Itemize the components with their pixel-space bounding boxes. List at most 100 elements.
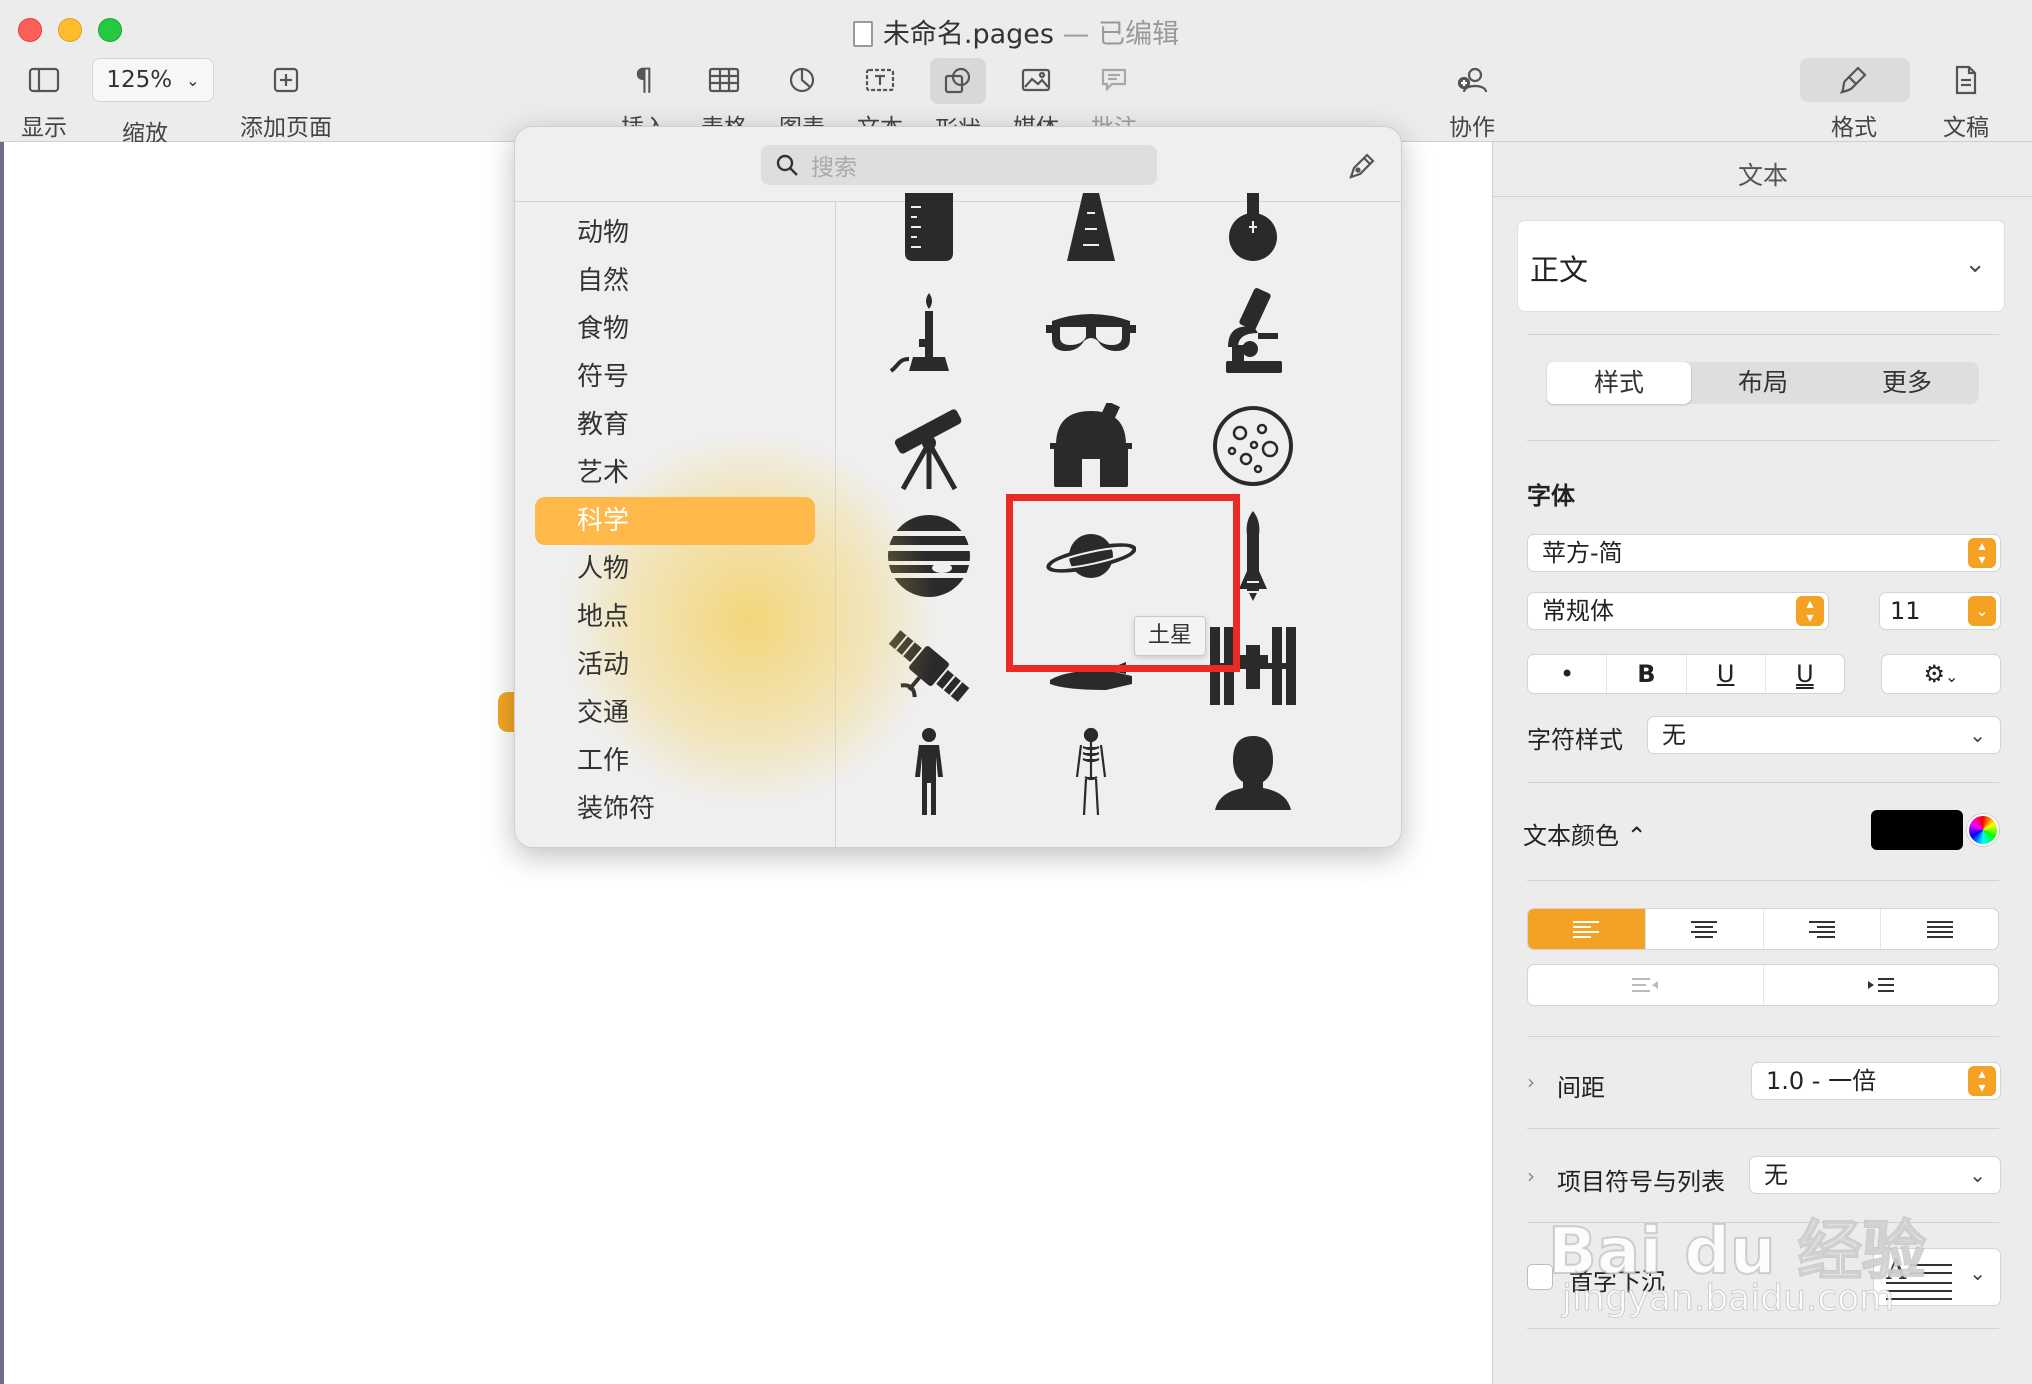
text-color-label[interactable]: 文本颜色 ⌃: [1523, 816, 1647, 851]
tab-more[interactable]: 更多: [1835, 362, 1979, 404]
char-style-label: 字符样式: [1527, 726, 1623, 754]
spacing-value: 1.0 - 一倍: [1766, 1067, 1877, 1095]
category-places[interactable]: 地点: [535, 593, 815, 641]
font-family-value: 苹方-简: [1542, 539, 1623, 567]
beaker-shape[interactable]: [874, 178, 984, 278]
flask-shape[interactable]: [1198, 178, 1308, 278]
align-justify-button[interactable]: [1881, 909, 1998, 949]
shapes-popover: 搜索 动物 自然 食物 符号 教育 艺术 科学 人物 地点 活动 交通 工作 装…: [514, 126, 1402, 848]
collaborate-button[interactable]: 协作: [1442, 58, 1502, 142]
collaborate-icon: [1442, 58, 1502, 102]
tab-style[interactable]: 样式: [1547, 362, 1691, 404]
category-nature[interactable]: 自然: [535, 257, 815, 305]
outdent-icon: [1632, 978, 1659, 992]
divider: [1527, 1036, 1999, 1037]
telescope-shape[interactable]: [874, 396, 984, 496]
chevron-down-icon: ⌄: [1964, 249, 1986, 279]
align-left-button[interactable]: [1528, 909, 1646, 949]
divider: [1527, 782, 1999, 783]
skeleton-shape[interactable]: [1036, 722, 1146, 822]
category-animals[interactable]: 动物: [535, 209, 815, 257]
divider: [1527, 1328, 1999, 1329]
align-center-button[interactable]: [1646, 909, 1764, 949]
view-button[interactable]: 显示: [14, 58, 74, 142]
paintbrush-icon: [1824, 58, 1884, 102]
underline-button[interactable]: U: [1687, 655, 1766, 693]
bullets-value: 无: [1764, 1161, 1788, 1189]
char-style-value: 无: [1662, 721, 1686, 749]
document-label: 文稿: [1943, 115, 1989, 141]
divider: [1527, 1128, 1999, 1129]
spacing-label[interactable]: 间距: [1557, 1068, 1605, 1103]
font-size-field[interactable]: 11 ⌄: [1879, 592, 2001, 630]
chevron-down-icon: ⌄: [1969, 1261, 1986, 1285]
category-symbols[interactable]: 符号: [535, 353, 815, 401]
bullets-label[interactable]: 项目符号与列表: [1557, 1162, 1725, 1197]
category-food[interactable]: 食物: [535, 305, 815, 353]
chevron-down-icon: ⌄: [1945, 667, 1959, 686]
advanced-font-options-button[interactable]: ⚙⌄: [1881, 654, 2001, 694]
chevron-right-icon[interactable]: ›: [1527, 1164, 1535, 1188]
watermark-url: jingyan.baidu.com: [1561, 1278, 1895, 1320]
align-center-icon: [1691, 921, 1718, 938]
petri-dish-shape[interactable]: [1198, 396, 1308, 496]
category-ornaments[interactable]: 装饰符: [535, 785, 815, 833]
decrease-indent-button[interactable]: [1528, 965, 1764, 1005]
category-work[interactable]: 工作: [535, 737, 815, 785]
window-title: 未命名.pages — 已编辑: [0, 12, 2032, 51]
text-box-icon: [850, 58, 910, 102]
sidebar-icon: [14, 58, 74, 102]
category-people[interactable]: 人物: [535, 545, 815, 593]
font-color-dot-button[interactable]: •: [1528, 655, 1608, 693]
inspector-title-divider: [1493, 196, 2032, 197]
align-justify-icon: [1926, 921, 1953, 938]
font-weight-value: 常规体: [1542, 597, 1614, 625]
category-transportation[interactable]: 交通: [535, 689, 815, 737]
view-label: 显示: [21, 115, 67, 141]
divider: [1527, 334, 1999, 335]
category-arts[interactable]: 艺术: [535, 449, 815, 497]
graduated-cylinder-shape[interactable]: [1036, 178, 1146, 278]
bullets-select[interactable]: 无 ⌄: [1749, 1156, 2001, 1194]
document-button[interactable]: 文稿: [1936, 58, 1996, 142]
format-button[interactable]: 格式: [1824, 58, 1884, 142]
microscope-shape[interactable]: [1198, 282, 1308, 382]
double-underline-button[interactable]: U: [1766, 655, 1844, 693]
zoom-select[interactable]: 125% ⌄: [92, 58, 214, 102]
gear-icon: ⚙: [1923, 660, 1946, 688]
paragraph-style-value: 正文: [1530, 253, 1589, 287]
font-family-select[interactable]: 苹方-简 ▴ ▾: [1527, 534, 2001, 572]
shape-tooltip: 土星: [1134, 616, 1206, 656]
category-science[interactable]: 科学: [535, 497, 815, 545]
tab-layout[interactable]: 布局: [1691, 362, 1835, 404]
pen-icon[interactable]: [1345, 149, 1379, 183]
chevron-right-icon[interactable]: ›: [1527, 1070, 1535, 1094]
divider: [1527, 880, 1999, 881]
category-activities[interactable]: 活动: [535, 641, 815, 689]
inspector-title: 文本: [1737, 161, 1788, 190]
align-left-icon: [1573, 921, 1600, 938]
bold-button[interactable]: B: [1607, 655, 1687, 693]
window-edited-status: 已编辑: [1098, 19, 1180, 50]
window-title-text: 未命名.pages: [882, 19, 1054, 50]
text-color-well[interactable]: [1871, 810, 1963, 850]
bunsen-burner-shape[interactable]: [874, 282, 984, 382]
align-right-icon: [1808, 921, 1835, 938]
toolbar: 未命名.pages — 已编辑 显示 125% ⌄ 缩放 添加页面 ¶ 插入 表…: [0, 0, 2032, 147]
table-icon: [694, 58, 754, 102]
align-right-button[interactable]: [1764, 909, 1882, 949]
comment-icon: [1084, 58, 1144, 102]
head-bust-shape[interactable]: [1198, 722, 1308, 822]
increase-indent-button[interactable]: [1764, 965, 1999, 1005]
observatory-shape[interactable]: [1036, 396, 1146, 496]
char-style-select[interactable]: 无 ⌄: [1647, 716, 2001, 754]
category-education[interactable]: 教育: [535, 401, 815, 449]
document-icon: [852, 21, 873, 47]
add-page-button[interactable]: 添加页面: [236, 58, 336, 142]
font-weight-select[interactable]: 常规体 ▴ ▾: [1527, 592, 1829, 630]
safety-goggles-shape[interactable]: [1036, 282, 1146, 382]
color-wheel-icon[interactable]: [1967, 814, 1999, 846]
pilcrow-icon: ¶: [634, 62, 654, 98]
spacing-select[interactable]: 1.0 - 一倍 ▴ ▾: [1751, 1062, 2001, 1100]
paragraph-style-picker[interactable]: 正文 ⌄: [1517, 220, 2005, 312]
